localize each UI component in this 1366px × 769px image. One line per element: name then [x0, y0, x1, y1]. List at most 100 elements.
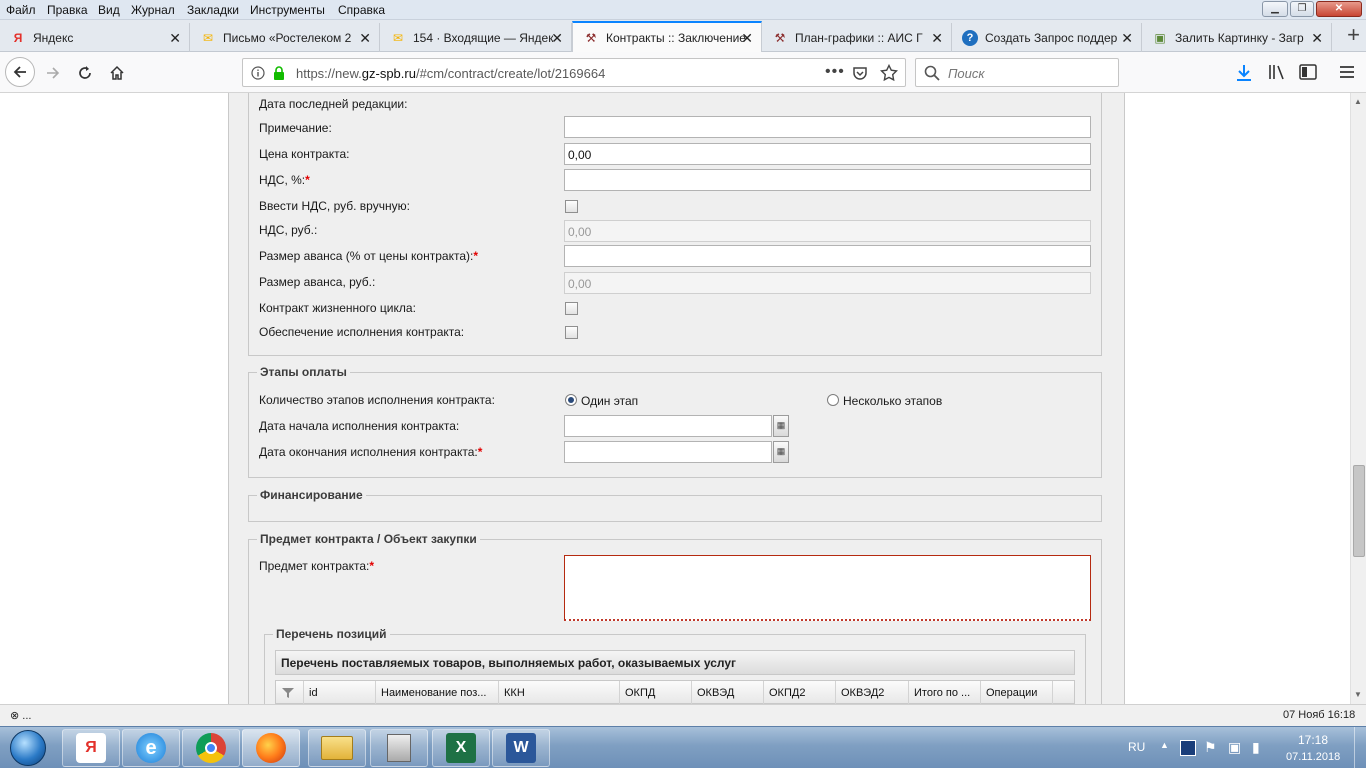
- pocket-icon[interactable]: [852, 65, 868, 81]
- close-icon[interactable]: ✕: [741, 30, 753, 47]
- taskbar-ie[interactable]: e: [122, 729, 180, 767]
- scroll-up-icon[interactable]: ▲: [1354, 97, 1362, 106]
- network-icon[interactable]: ▣: [1228, 739, 1241, 756]
- taskbar-excel[interactable]: X: [432, 729, 490, 767]
- column-id[interactable]: id: [304, 681, 376, 704]
- close-icon[interactable]: ✕: [1121, 30, 1133, 47]
- url-text[interactable]: https://new.gz-spb.ru/#cm/contract/creat…: [296, 66, 605, 81]
- vat-manual-checkbox[interactable]: [565, 200, 578, 213]
- scroll-down-icon[interactable]: ▼: [1354, 690, 1362, 699]
- tab-inbox[interactable]: ✉ 154 · Входящие — Яндекс ✕: [380, 23, 572, 52]
- tab-contracts[interactable]: ⚒ Контракты :: Заключение ✕: [572, 21, 762, 53]
- taskbar-explorer[interactable]: [308, 729, 366, 767]
- page-actions-icon[interactable]: •••: [825, 63, 845, 81]
- column-okved[interactable]: ОКВЭД: [692, 681, 764, 704]
- tab-rostelecom-mail[interactable]: ✉ Письмо «Ростелеком 2 ✕: [190, 23, 380, 52]
- home-icon: [110, 65, 124, 80]
- multi-stage-label[interactable]: Несколько этапов: [843, 394, 942, 408]
- new-tab-button[interactable]: +: [1347, 24, 1360, 46]
- search-icon: [924, 65, 940, 81]
- restore-button[interactable]: ❐: [1290, 1, 1314, 17]
- column-operations[interactable]: Операции: [981, 681, 1053, 704]
- menu-tools[interactable]: Инструменты: [250, 3, 325, 17]
- reload-icon: [79, 66, 91, 79]
- taskbar-firefox[interactable]: [242, 729, 300, 767]
- back-button[interactable]: [5, 57, 35, 87]
- vat-percent-input[interactable]: [564, 169, 1091, 191]
- column-total[interactable]: Итого по ...: [909, 681, 981, 704]
- close-icon[interactable]: ✕: [551, 30, 563, 47]
- column-okved2[interactable]: ОКВЭД2: [836, 681, 909, 704]
- menu-file[interactable]: Файл: [6, 3, 36, 17]
- home-button[interactable]: [103, 59, 131, 87]
- note-input[interactable]: [564, 116, 1091, 138]
- minimize-button[interactable]: ▁: [1262, 1, 1288, 17]
- column-okpd2[interactable]: ОКПД2: [764, 681, 836, 704]
- taskbar-word[interactable]: W: [492, 729, 550, 767]
- column-name[interactable]: Наименование поз...: [376, 681, 499, 704]
- show-desktop-button[interactable]: [1354, 727, 1366, 769]
- close-icon[interactable]: ✕: [931, 30, 943, 47]
- menu-view[interactable]: Вид: [98, 3, 120, 17]
- taskbar-chrome[interactable]: [182, 729, 240, 767]
- flag-icon[interactable]: ⚑: [1204, 739, 1217, 756]
- start-date-input[interactable]: [564, 415, 772, 437]
- scrollbar-thumb[interactable]: [1353, 465, 1365, 557]
- tab-support-request[interactable]: ? Создать Запрос поддер ✕: [952, 23, 1142, 52]
- close-window-button[interactable]: ✕: [1316, 1, 1362, 17]
- clock-time[interactable]: 17:18: [1298, 733, 1328, 747]
- menu-bookmarks[interactable]: Закладки: [187, 3, 239, 17]
- taskbar-yandex[interactable]: Я: [62, 729, 120, 767]
- one-stage-radio[interactable]: [565, 394, 577, 406]
- yandex-browser-icon: Я: [76, 733, 106, 763]
- info-icon[interactable]: [251, 66, 265, 80]
- security-checkbox[interactable]: [565, 326, 578, 339]
- tab-yandex[interactable]: Я Яндекс ✕: [0, 23, 190, 52]
- tray-expand-icon[interactable]: ▲: [1160, 740, 1169, 750]
- multi-stage-radio[interactable]: [827, 394, 839, 406]
- column-kkn[interactable]: ККН: [499, 681, 620, 704]
- library-icon[interactable]: [1268, 64, 1286, 80]
- financing-legend[interactable]: Финансирование: [257, 488, 366, 502]
- tray-app-icon[interactable]: [1180, 740, 1196, 756]
- close-icon[interactable]: ✕: [169, 30, 181, 47]
- application-icon: [387, 734, 411, 762]
- reload-button[interactable]: [71, 59, 99, 87]
- close-icon[interactable]: ✕: [1311, 30, 1323, 47]
- close-icon[interactable]: ✕: [359, 30, 371, 47]
- calendar-icon[interactable]: ▦: [773, 441, 789, 463]
- price-label: Цена контракта:: [259, 147, 350, 161]
- clock-date[interactable]: 07.11.2018: [1286, 751, 1340, 763]
- search-field[interactable]: Поиск: [915, 58, 1119, 87]
- status-bar: ⊗ ... 07 Нояб 16:18: [0, 704, 1366, 726]
- filter-icon[interactable]: [276, 681, 304, 704]
- bookmark-star-icon[interactable]: [880, 64, 898, 82]
- menu-history[interactable]: Журнал: [131, 3, 175, 17]
- last-edit-label: Дата последней редакции:: [259, 97, 408, 111]
- menu-help[interactable]: Справка: [338, 3, 385, 17]
- download-icon[interactable]: [1236, 64, 1252, 82]
- price-input[interactable]: 0,00: [564, 143, 1091, 165]
- forward-button[interactable]: [39, 59, 67, 87]
- lock-icon: [274, 66, 284, 80]
- language-indicator[interactable]: RU: [1128, 740, 1145, 754]
- tab-upload-image[interactable]: ▣ Залить Картинку - Загр ✕: [1142, 23, 1332, 52]
- financing-fieldset[interactable]: [248, 495, 1102, 522]
- menu-edit[interactable]: Правка: [47, 3, 88, 17]
- status-text: ⊗ ...: [10, 710, 32, 722]
- column-okpd[interactable]: ОКПД: [620, 681, 692, 704]
- one-stage-label[interactable]: Один этап: [581, 394, 638, 408]
- address-bar[interactable]: https://new.gz-spb.ru/#cm/contract/creat…: [242, 58, 906, 87]
- hamburger-menu-icon[interactable]: [1340, 65, 1354, 79]
- end-date-input[interactable]: [564, 441, 772, 463]
- start-button[interactable]: [4, 728, 52, 768]
- tab-plan-schedules[interactable]: ⚒ План-графики :: АИС Г ✕: [762, 23, 952, 52]
- subject-textarea[interactable]: [564, 555, 1091, 621]
- calendar-icon[interactable]: ▦: [773, 415, 789, 437]
- advance-percent-input[interactable]: [564, 245, 1091, 267]
- taskbar-app[interactable]: [370, 729, 428, 767]
- volume-icon[interactable]: ▮: [1252, 739, 1260, 756]
- vertical-scrollbar[interactable]: ▲ ▼: [1350, 93, 1366, 704]
- sidebar-icon[interactable]: [1299, 64, 1317, 80]
- lifecycle-checkbox[interactable]: [565, 302, 578, 315]
